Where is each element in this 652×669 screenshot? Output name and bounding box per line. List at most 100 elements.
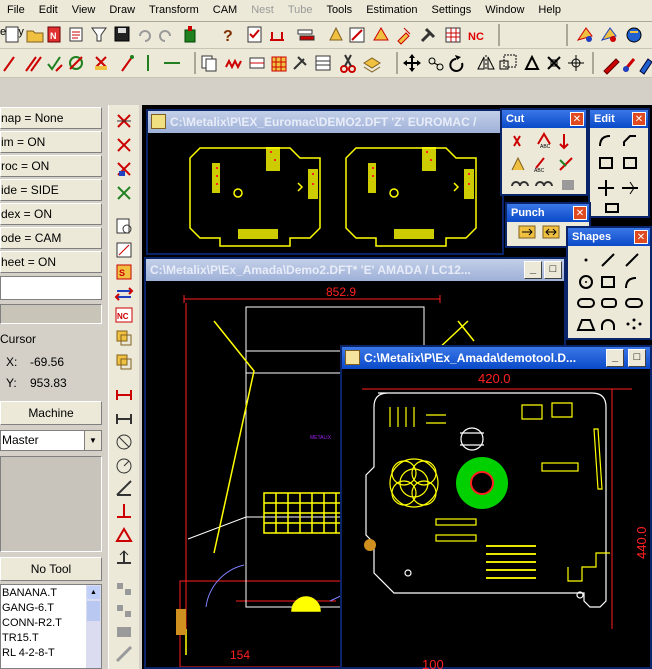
sheet-mode-button[interactable]: heet = ON [0,251,102,273]
snap-mode-button[interactable]: nap = None [0,107,102,129]
list-item[interactable]: CONN-R2.T [2,616,62,631]
brush-icon [622,58,636,72]
shapes-palette[interactable]: Shapes ✕ [566,226,652,340]
menu-transform[interactable]: Transform [142,0,206,21]
dimension-icon [270,32,284,41]
break-icon [598,180,614,196]
menu-cam[interactable]: CAM [206,0,244,21]
network-icon [568,55,584,71]
menu-edit[interactable]: Edit [32,0,65,21]
menu-estimation[interactable]: Estimation [359,0,424,21]
menu-bar: File Edit View Draw Transform CAM Nest Tube Tool… [0,0,652,22]
tool-list-scrollbar[interactable]: ▲ [86,585,101,668]
machine-button[interactable]: Machine [0,401,102,425]
list-item[interactable]: RL 4-2-8-T [2,646,62,661]
menu-tools[interactable]: Tools [320,0,360,21]
close-icon[interactable]: ✕ [573,206,587,220]
unfold-icon [626,27,642,43]
cut-abc-icon: ABC [537,132,551,150]
menu-draw[interactable]: Draw [102,0,142,21]
cut-chain-icon [511,181,529,187]
edit-tools[interactable] [590,128,648,218]
menu-file[interactable]: File [0,0,32,21]
minimize-button[interactable]: _ [606,349,624,367]
open-folder-icon [26,30,44,43]
euromac-window[interactable]: C:\Metalix\P\EX_Euromac\DEMO2.DFT 'Z' EU… [146,109,504,255]
save-icon [114,26,130,42]
demotool-canvas[interactable]: 420.0 440.0 100 [342,369,650,669]
mode-button[interactable]: ode = CAM [0,227,102,249]
list-item[interactable]: GANG-6.T [2,601,62,616]
close-icon[interactable]: ✕ [570,112,584,126]
new-part-icon: N [47,26,61,43]
side-mode-button[interactable]: ide = SIDE [0,179,102,201]
scissors-icon [340,54,356,73]
rotate-icon [449,55,464,72]
demotool-window[interactable]: C:\Metalix\P\Ex_Amada\demotool.D... _ □ … [340,345,652,669]
machine-select[interactable]: Master ▼ [0,430,102,451]
cut-link-icon [535,181,553,187]
checklist-icon [247,26,262,43]
maximize-button[interactable]: □ [628,349,646,367]
dim-horizontal-icon [116,390,132,400]
edit-palette[interactable]: Edit ✕ [588,108,650,218]
scroll-thumb[interactable] [87,601,100,621]
cut-gray-icon [562,180,574,190]
select-icon: S [116,264,132,280]
dim-radius-icon [116,458,132,474]
no-tool-button[interactable]: No Tool [0,557,102,581]
menu-window[interactable]: Window [478,0,531,21]
undo-icon [139,30,151,42]
minimize-button[interactable]: _ [524,261,542,279]
nest-gray-icon [117,605,131,617]
shapes-tools[interactable] [568,246,650,340]
dim-angle-icon [116,480,132,496]
maximize-button[interactable]: □ [544,261,562,279]
cut-tools[interactable]: ABC ABC [502,128,586,194]
dim-mode-button[interactable]: im = ON [0,131,102,153]
chamfer-icon [623,135,636,146]
mirror-icon [477,55,495,71]
list-item[interactable]: TR15.T [2,631,62,646]
funnel-icon [91,27,107,42]
copy-icon [201,55,217,72]
close-icon[interactable]: ✕ [634,230,648,244]
stack-icon [363,57,381,73]
pencil-icon [603,58,620,75]
menu-view[interactable]: View [65,0,103,21]
command-input[interactable] [0,276,102,300]
dim-aligned-icon [116,414,132,424]
amada-titlebar[interactable]: C:\Metalix\P\Ex_Amada\Demo2.DFT* 'E' AMA… [146,259,564,281]
fillet-icon [599,135,611,147]
svg-text:ABC: ABC [534,168,545,174]
svg-text:ABC: ABC [540,144,551,150]
menu-tube: Tube [287,4,313,16]
tool-list[interactable]: BANANA.T GANG-6.T CONN-R2.T TR15.T RL 4-… [0,584,102,669]
cut-palette[interactable]: Cut ✕ ABC ABC [500,108,588,196]
svg-text:?: ? [223,28,233,45]
line-shape-icon [601,253,615,267]
join-icon [605,203,619,213]
menu-help[interactable]: Help [531,0,568,21]
index-mode-button[interactable]: dex = ON [0,203,102,225]
euromac-titlebar[interactable]: C:\Metalix\P\EX_Euromac\DEMO2.DFT 'Z' EU… [148,111,502,133]
dim-arc-icon [116,434,132,450]
amada-title: C:\Metalix\P\Ex_Amada\Demo2.DFT* 'E' AMA… [150,263,471,277]
corner-round-icon [623,157,637,169]
delete-all-icon [117,186,131,200]
dim-ordinate-icon [117,550,131,564]
demotool-dim-bottom: 100 [422,657,444,669]
chevron-down-icon[interactable]: ▼ [84,431,101,450]
menu-settings[interactable]: Settings [425,0,479,21]
demotool-titlebar[interactable]: C:\Metalix\P\Ex_Amada\demotool.D... _ □ [342,347,650,369]
close-icon[interactable]: ✕ [632,112,646,126]
list-item[interactable]: BANANA.T [2,586,62,601]
cut-tool-icon [513,135,521,147]
proc-mode-button[interactable]: roc = ON [0,155,102,177]
demotool-dim-right: 440.0 [634,526,649,559]
scroll-up-icon[interactable]: ▲ [87,586,100,599]
euromac-canvas[interactable] [148,133,502,253]
euromac-title: C:\Metalix\P\EX_Euromac\DEMO2.DFT 'Z' EU… [170,115,477,129]
delete-x-icon [117,114,131,128]
trapezoid-icon [576,319,596,331]
